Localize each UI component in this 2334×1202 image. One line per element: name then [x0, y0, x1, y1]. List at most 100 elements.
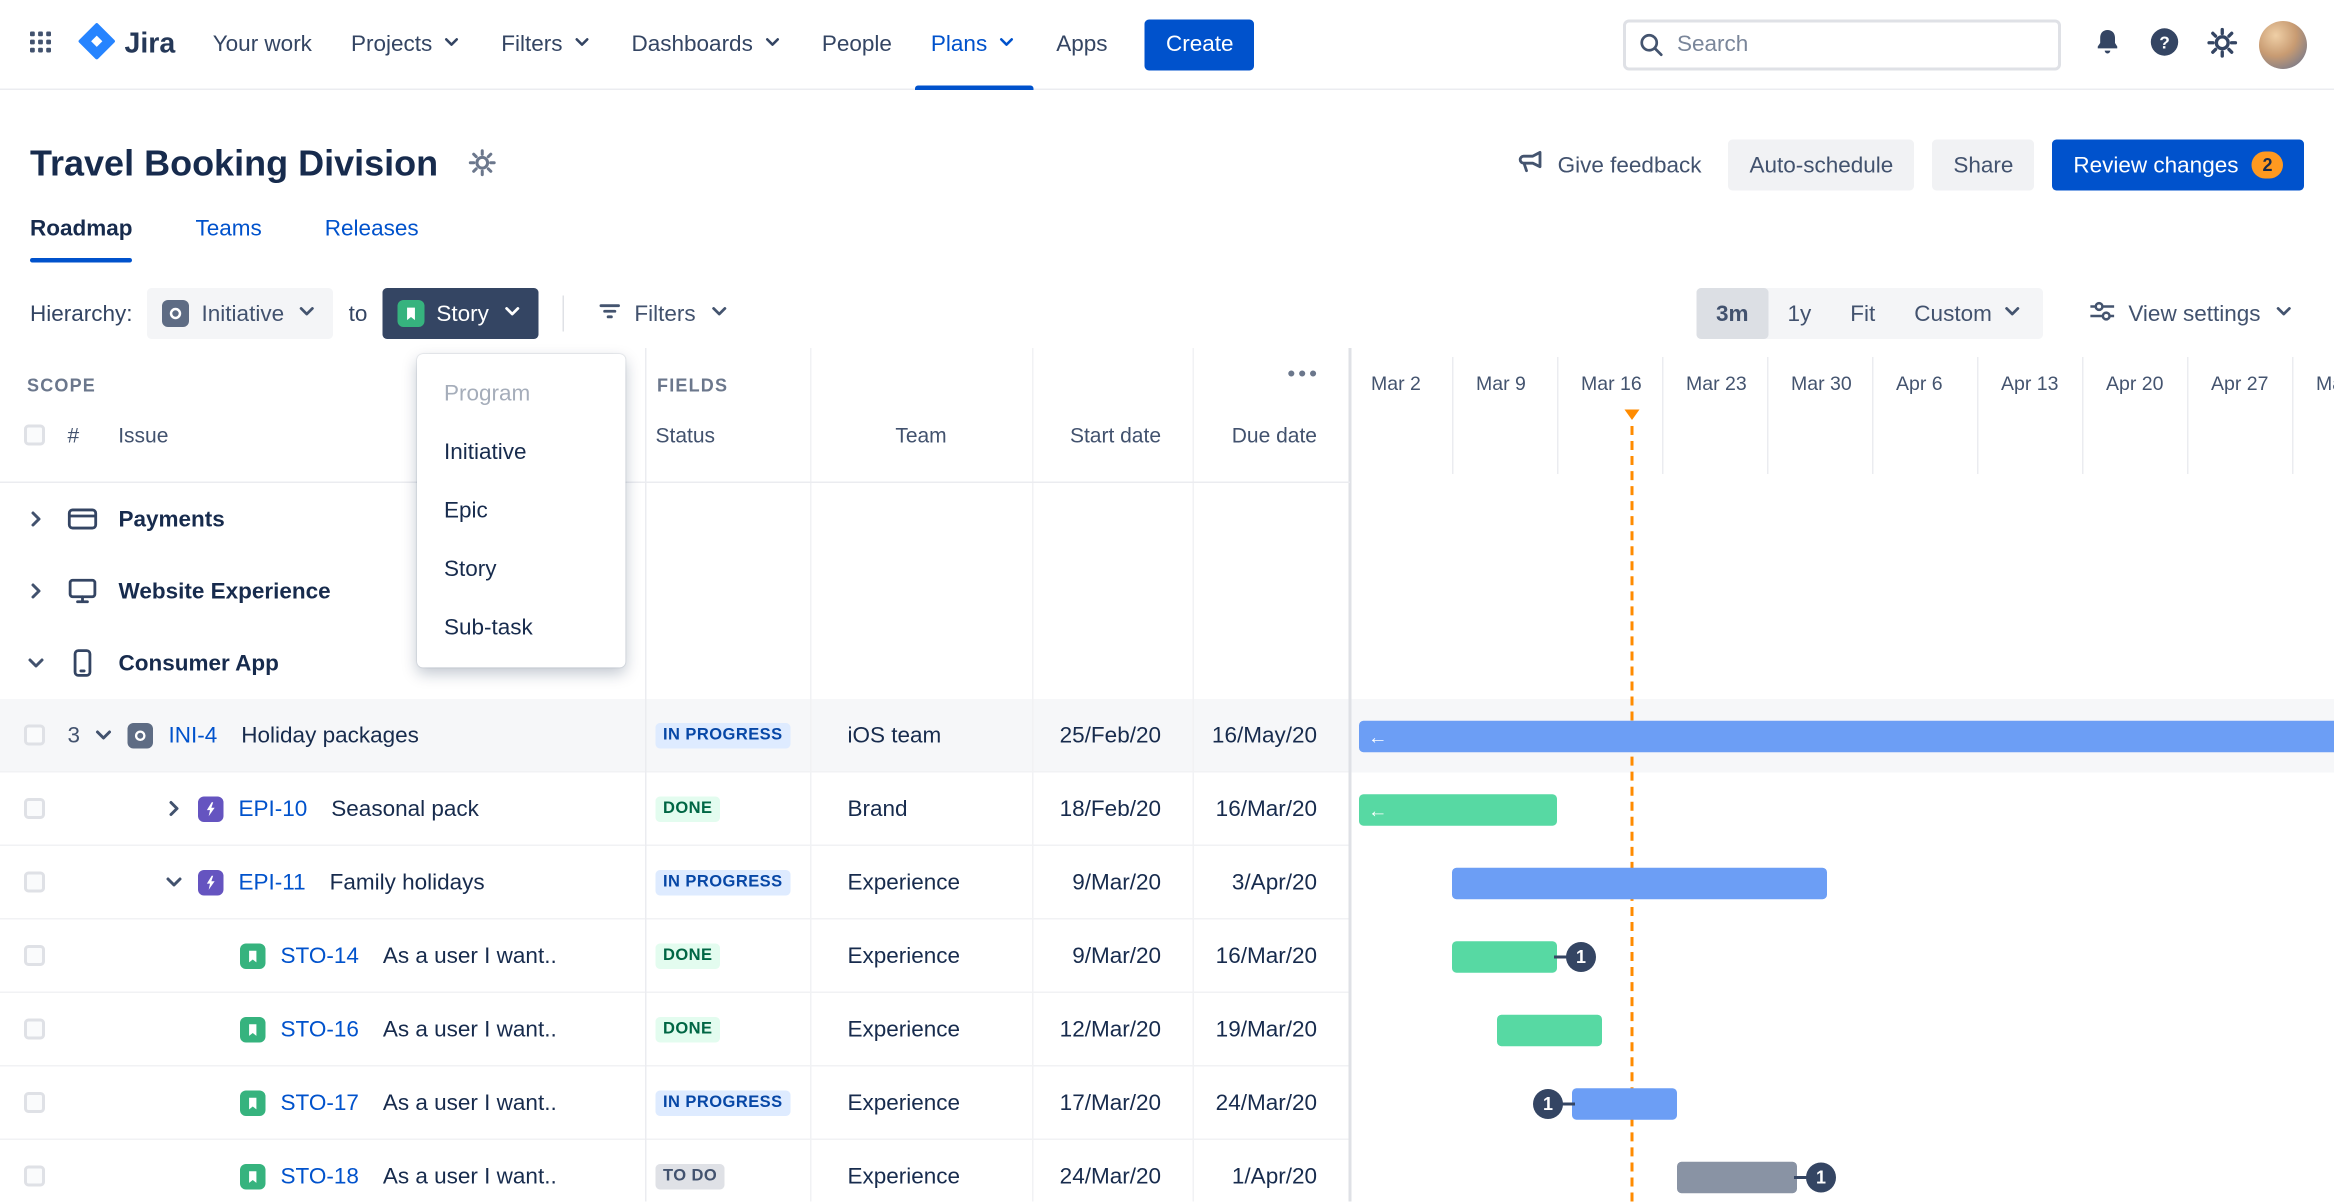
status-cell[interactable]: DONE — [645, 920, 810, 992]
dropdown-option-epic[interactable]: Epic — [417, 482, 626, 541]
due-date-cell[interactable]: 1/Apr/20 — [1193, 1140, 1351, 1202]
fields-timeline-divider[interactable] — [1348, 348, 1352, 1202]
give-feedback-button[interactable]: Give feedback — [1507, 140, 1711, 191]
share-button[interactable]: Share — [1932, 139, 2035, 191]
row-checkbox[interactable] — [24, 1018, 45, 1040]
issue-key-link[interactable]: EPI-10 — [239, 796, 308, 822]
dropdown-option-subtask[interactable]: Sub-task — [417, 599, 626, 658]
dropdown-option-story[interactable]: Story — [417, 540, 626, 599]
timeline-bar-STO-18[interactable] — [1677, 1161, 1797, 1193]
zoom-fit-button[interactable]: Fit — [1831, 288, 1895, 339]
team-cell[interactable]: Experience — [810, 846, 1032, 918]
search-input[interactable] — [1623, 18, 2061, 70]
nav-plans[interactable]: Plans — [911, 0, 1036, 90]
nav-dashboards[interactable]: Dashboards — [612, 0, 802, 89]
issue-key-link[interactable]: EPI-11 — [239, 869, 306, 895]
row-checkbox[interactable] — [24, 945, 45, 966]
timeline-bar-STO-16[interactable] — [1497, 1014, 1602, 1046]
collapse-chevron-icon[interactable] — [162, 870, 186, 894]
issue-key-link[interactable]: STO-17 — [281, 1090, 359, 1116]
due-date-cell[interactable]: 16/May/20 — [1193, 699, 1351, 771]
view-settings-button[interactable]: View settings — [2079, 288, 2304, 339]
dropdown-option-initiative[interactable]: Initiative — [417, 423, 626, 482]
settings-button[interactable] — [2198, 20, 2246, 68]
select-all-checkbox[interactable] — [24, 424, 45, 446]
team-cell[interactable]: Brand — [810, 773, 1032, 845]
due-date-cell[interactable]: 19/Mar/20 — [1193, 993, 1351, 1065]
notifications-button[interactable] — [2084, 20, 2132, 68]
nav-people[interactable]: People — [802, 0, 911, 89]
scope-group-website-experience[interactable]: Website Experience — [0, 555, 2334, 627]
hierarchy-from-dropdown[interactable]: Initiative — [147, 288, 334, 339]
create-button[interactable]: Create — [1145, 18, 1255, 70]
row-checkbox[interactable] — [24, 1165, 45, 1187]
collapse-chevron-icon[interactable] — [24, 651, 48, 675]
start-date-cell[interactable]: 9/Mar/20 — [1032, 846, 1193, 918]
team-cell[interactable]: Experience — [810, 920, 1032, 992]
status-cell[interactable]: TO DO — [645, 1140, 810, 1202]
row-checkbox[interactable] — [24, 1092, 45, 1113]
nav-projects[interactable]: Projects — [331, 0, 481, 89]
zoom-1y-button[interactable]: 1y — [1768, 288, 1831, 339]
due-date-cell[interactable]: 3/Apr/20 — [1193, 846, 1351, 918]
start-date-cell[interactable]: 25/Feb/20 — [1032, 699, 1193, 771]
user-avatar[interactable] — [2259, 20, 2307, 69]
nav-apps[interactable]: Apps — [1037, 0, 1127, 89]
team-cell[interactable]: Experience — [810, 993, 1032, 1065]
status-cell[interactable]: IN PROGRESS — [645, 1067, 810, 1139]
team-cell[interactable]: iOS team — [810, 699, 1032, 771]
zoom-custom-button[interactable]: Custom — [1895, 288, 2043, 339]
collapse-chevron-icon[interactable] — [92, 723, 116, 747]
issue-key-link[interactable]: INI-4 — [169, 722, 218, 748]
tab-teams[interactable]: Teams — [196, 216, 262, 263]
due-date-cell[interactable]: 16/Mar/20 — [1193, 773, 1351, 845]
start-date-cell[interactable]: 24/Mar/20 — [1032, 1140, 1193, 1202]
team-cell[interactable]: Experience — [810, 1140, 1032, 1202]
dependency-badge[interactable]: 1 — [1533, 1088, 1563, 1119]
dependency-badge[interactable]: 1 — [1566, 941, 1596, 972]
due-date-cell[interactable]: 16/Mar/20 — [1193, 920, 1351, 992]
issue-key-link[interactable]: STO-16 — [281, 1016, 359, 1042]
tab-releases[interactable]: Releases — [325, 216, 419, 263]
row-checkbox[interactable] — [24, 724, 45, 746]
tab-roadmap[interactable]: Roadmap — [30, 216, 134, 263]
start-date-cell[interactable]: 12/Mar/20 — [1032, 993, 1193, 1065]
status-cell[interactable]: IN PROGRESS — [645, 699, 810, 771]
megaphone-icon — [1516, 147, 1546, 183]
expand-chevron-icon[interactable] — [162, 797, 186, 821]
jira-logo[interactable]: Jira — [78, 22, 175, 67]
start-date-cell[interactable]: 9/Mar/20 — [1032, 920, 1193, 992]
start-date-cell[interactable]: 17/Mar/20 — [1032, 1067, 1193, 1139]
status-cell[interactable]: DONE — [645, 773, 810, 845]
fields-more-button[interactable]: ••• — [1278, 360, 1329, 389]
nav-filters[interactable]: Filters — [482, 0, 612, 89]
timeline-bar-STO-14[interactable] — [1452, 940, 1557, 972]
due-date-cell[interactable]: 24/Mar/20 — [1193, 1067, 1351, 1139]
plan-settings-gear-button[interactable] — [459, 147, 506, 183]
issue-key-link[interactable]: STO-18 — [281, 1163, 359, 1189]
scope-group-consumer-app[interactable]: Consumer App — [0, 627, 2334, 699]
dependency-badge[interactable]: 1 — [1806, 1161, 1836, 1192]
app-switcher-button[interactable] — [15, 19, 66, 70]
expand-chevron-icon[interactable] — [24, 579, 48, 603]
review-changes-button[interactable]: Review changes 2 — [2052, 139, 2304, 191]
team-cell[interactable]: Experience — [810, 1067, 1032, 1139]
status-cell[interactable]: IN PROGRESS — [645, 846, 810, 918]
timeline-bar-INI-4[interactable]: ← — [1359, 720, 2334, 752]
help-button[interactable]: ? — [2141, 20, 2189, 68]
timeline-bar-STO-17[interactable] — [1572, 1087, 1677, 1119]
timeline-bar-EPI-10[interactable]: ← — [1359, 793, 1557, 825]
zoom-3m-button[interactable]: 3m — [1696, 288, 1769, 339]
timeline-bar-EPI-11[interactable] — [1452, 867, 1827, 899]
scope-group-payments[interactable]: Payments — [0, 483, 2334, 555]
nav-your-work[interactable]: Your work — [193, 0, 331, 89]
expand-chevron-icon[interactable] — [24, 507, 48, 531]
issue-key-link[interactable]: STO-14 — [281, 943, 359, 969]
row-checkbox[interactable] — [24, 798, 45, 819]
filters-button[interactable]: Filters — [588, 288, 739, 339]
start-date-cell[interactable]: 18/Feb/20 — [1032, 773, 1193, 845]
row-checkbox[interactable] — [24, 871, 45, 893]
auto-schedule-button[interactable]: Auto-schedule — [1728, 139, 1915, 191]
hierarchy-to-dropdown[interactable]: Story — [382, 288, 539, 339]
status-cell[interactable]: DONE — [645, 993, 810, 1065]
